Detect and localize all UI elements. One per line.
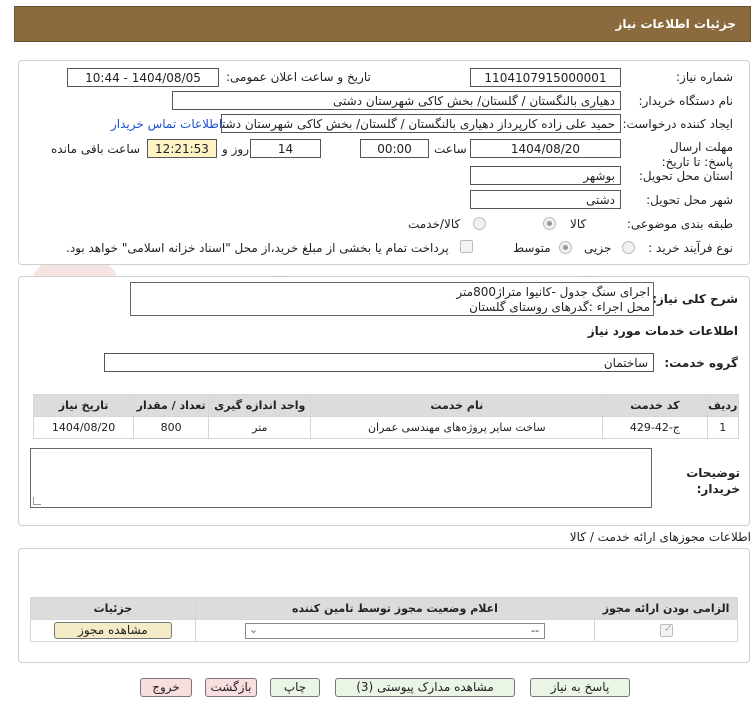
buyer-org-label: نام دستگاه خریدار:: [638, 94, 734, 108]
days-field: 14: [250, 139, 321, 158]
summary-text-box: اجرای سنگ جدول -کانیوا متراژ800متر محل ا…: [130, 282, 654, 316]
page-title: جزئیات اطلاعات نیاز: [14, 6, 751, 42]
service-group-label: گروه خدمت:: [664, 356, 738, 370]
col-permit-status: اعلام وضعیت مجوز توسط تامین کننده: [194, 597, 596, 620]
cell-unit: متر: [208, 416, 312, 439]
summary-label: شرح کلی نیاز:: [652, 292, 738, 306]
remaining-time-field: 12:21:53: [147, 139, 217, 158]
buyer-notes-label: توضیحات خریدار:: [686, 466, 740, 496]
permit-required-checkbox[interactable]: ✓: [659, 622, 673, 637]
services-table: ردیف کد خدمت نام خدمت واحد اندازه گیری ت…: [32, 394, 739, 439]
select-chevron-icon: ⌄: [248, 622, 259, 636]
city-label: شهر محل تحویل:: [646, 193, 733, 207]
buyer-org-field: دهیاری بالنگستان / گلستان/ بخش کاکی شهرس…: [172, 91, 621, 110]
remaining-time-label: ساعت باقی مانده: [51, 142, 141, 156]
col-unit: واحد اندازه گیری: [208, 394, 312, 417]
need-number-field: 1104107915000001: [470, 68, 621, 87]
col-quantity: تعداد / مقدار: [133, 394, 210, 417]
cell-service-code: ج-42-429: [602, 416, 708, 439]
province-label: استان محل تحویل:: [638, 169, 733, 183]
permit-row: ✓ ⌄ -- مشاهده مجوز: [30, 619, 738, 642]
service-group-field: ساختمان: [104, 353, 654, 372]
col-service-code: کد خدمت: [602, 394, 708, 417]
deadline-time-label: ساعت: [434, 142, 467, 156]
deadline-label: مهلت ارسال پاسخ: تا تاریخ:: [661, 140, 733, 169]
reply-to-need-button[interactable]: پاسخ به نیاز: [530, 678, 630, 697]
cell-need-date: 1404/08/20: [32, 416, 135, 439]
category-option-goods-services-label: کالا/خدمت: [408, 217, 461, 231]
buyer-notes-textarea[interactable]: [30, 448, 652, 508]
print-button[interactable]: چاپ: [270, 678, 320, 697]
days-label: روز و: [222, 142, 249, 156]
announce-date-field: 1404/08/05 - 10:44: [67, 68, 219, 87]
permits-table: الزامی بودن ارائه مجوز اعلام وضعیت مجوز …: [30, 597, 738, 642]
purchase-type-label: نوع فرآیند خرید :: [648, 241, 733, 255]
treasury-payment-note: پرداخت تمام یا بخشی از مبلغ خرید،از محل …: [66, 241, 449, 255]
permit-status-value: --: [530, 623, 539, 637]
deadline-date-field: 1404/08/20: [470, 139, 621, 158]
cell-row: 1: [706, 416, 739, 439]
buyer-contact-link[interactable]: اطلاعات تماس خریدار: [111, 117, 222, 131]
exit-button[interactable]: خروج: [140, 678, 192, 697]
purchase-option-medium-radio[interactable]: [559, 241, 572, 254]
back-button[interactable]: بازگشت: [205, 678, 257, 697]
creator-field: حمید علی زاده کارپرداز دهیاری بالنگستان …: [221, 114, 621, 133]
summary-line-1: اجرای سنگ جدول -کانیوا متراژ800متر: [456, 285, 650, 299]
col-permit-required: الزامی بودن ارائه مجوز: [594, 597, 738, 620]
cell-quantity: 800: [133, 416, 210, 439]
col-permit-details: جزئیات: [30, 597, 196, 620]
permit-status-select[interactable]: ⌄ --: [244, 622, 545, 639]
purchase-option-minor-radio[interactable]: [622, 241, 635, 254]
treasury-payment-checkbox[interactable]: [460, 240, 473, 253]
cell-service-name: ساخت سایر پروژه‌های مهندسی عمران: [310, 416, 604, 439]
table-row: 1 ج-42-429 ساخت سایر پروژه‌های مهندسی عم…: [32, 416, 739, 439]
category-option-goods-radio[interactable]: [543, 217, 556, 230]
province-field: بوشهر: [470, 166, 621, 185]
services-section-title: اطلاعات خدمات مورد نیاز: [587, 324, 738, 338]
services-table-header: ردیف کد خدمت نام خدمت واحد اندازه گیری ت…: [32, 394, 739, 417]
view-permit-button[interactable]: مشاهده مجوز: [53, 622, 172, 639]
need-number-label: شماره نیاز:: [676, 70, 733, 84]
col-row: ردیف: [706, 394, 739, 417]
announce-date-label: تاریخ و ساعت اعلان عمومی:: [226, 70, 371, 84]
view-attachments-button[interactable]: مشاهده مدارک پیوستی (3): [335, 678, 515, 697]
permits-table-header: الزامی بودن ارائه مجوز اعلام وضعیت مجوز …: [30, 597, 738, 620]
category-option-goods-services-radio[interactable]: [473, 217, 486, 230]
col-need-date: تاریخ نیاز: [32, 394, 135, 417]
deadline-time-field: 00:00: [360, 139, 429, 158]
category-label: طبقه بندی موضوعی:: [626, 217, 733, 231]
city-field: دشتی: [470, 190, 621, 209]
permits-section-title: اطلاعات مجوزهای ارائه خدمت / کالا: [569, 530, 751, 544]
summary-line-2: محل اجراء :گدرهای روستای گلستان: [469, 300, 650, 314]
creator-label: ایجاد کننده درخواست:: [622, 117, 733, 131]
check-mark-icon: ✓: [663, 622, 673, 635]
purchase-option-minor-label: جزیی: [584, 241, 612, 255]
category-option-goods-label: کالا: [570, 217, 587, 231]
col-service-name: نام خدمت: [310, 394, 604, 417]
purchase-option-medium-label: متوسط: [513, 241, 551, 255]
resize-grip-icon[interactable]: [33, 497, 41, 505]
